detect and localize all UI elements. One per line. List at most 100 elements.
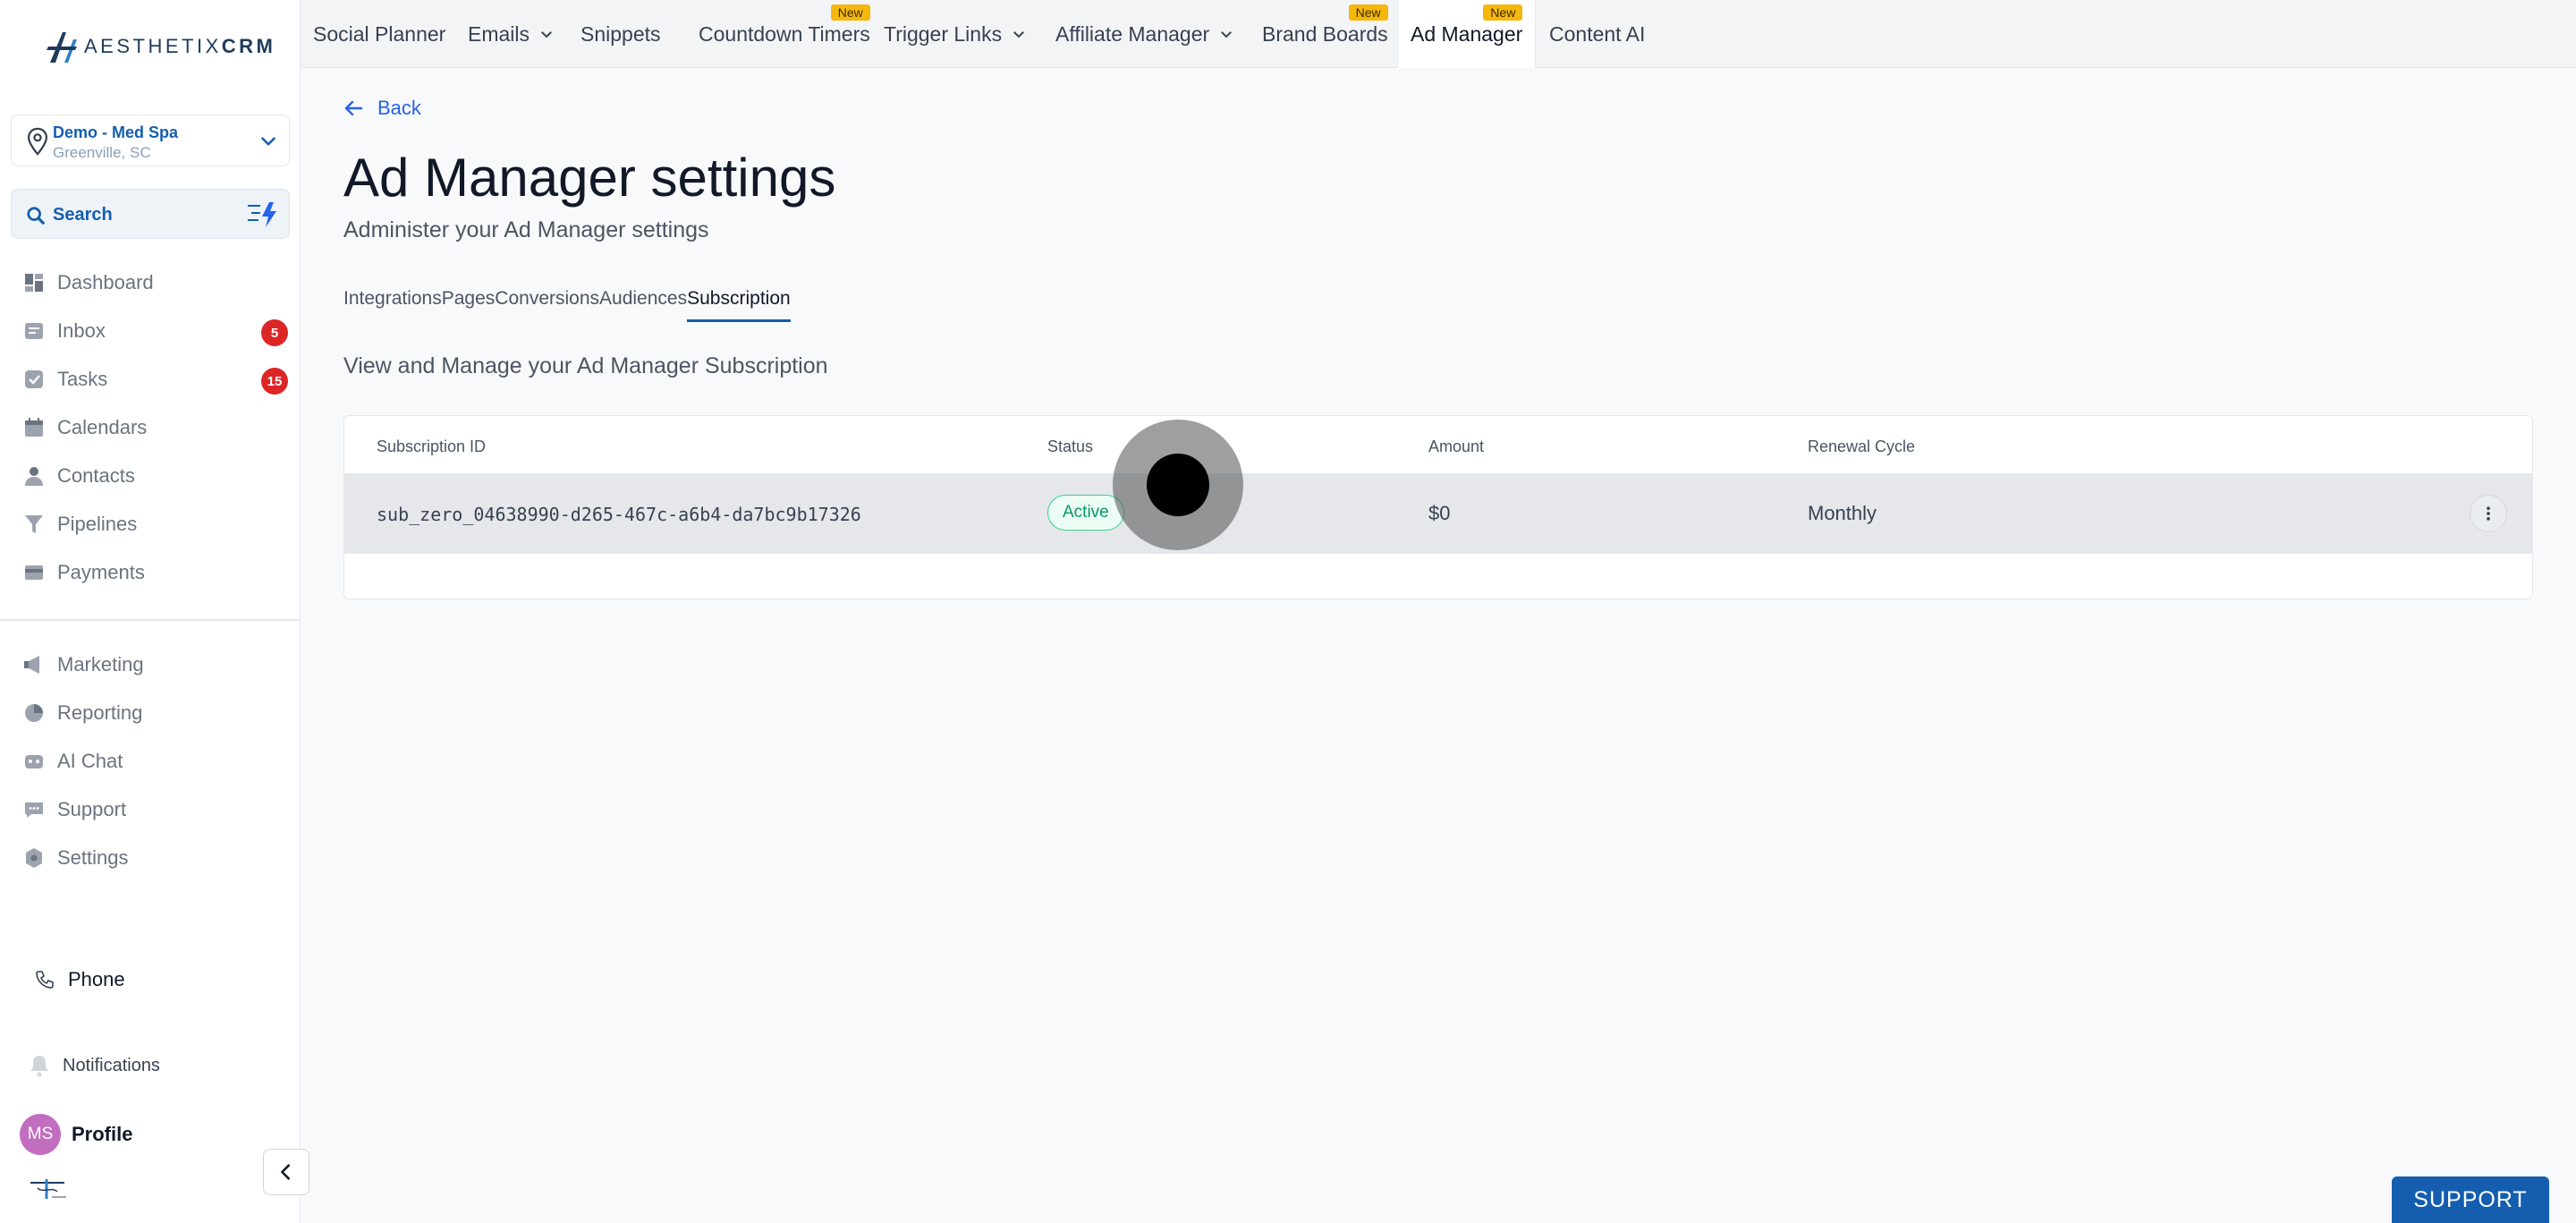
sidebar-item-support[interactable]: Support <box>23 792 288 828</box>
mini-logo-icon <box>30 1179 66 1199</box>
topnav-emails[interactable]: Emails <box>455 0 567 68</box>
new-tag: New <box>1348 4 1388 21</box>
topnav-label: Countdown Timers <box>699 21 870 46</box>
sidebar-item-calendars[interactable]: Calendars <box>23 410 288 446</box>
bell-icon <box>30 1056 48 1077</box>
sidebar-item-contacts[interactable]: Contacts <box>23 458 288 494</box>
column-header-subscription-id: Subscription ID <box>377 437 487 455</box>
gear-icon <box>26 848 42 868</box>
sidebar-item-tasks[interactable]: Tasks 15 <box>23 361 288 397</box>
tab-conversions[interactable]: Conversions <box>495 288 599 318</box>
sidebar-item-reporting[interactable]: Reporting <box>23 695 288 731</box>
topnav-content-ai[interactable]: Content AI <box>1537 0 1657 68</box>
sidebar-item-label: Marketing <box>57 653 144 675</box>
logo-text-accent: CRM <box>221 35 276 57</box>
sidebar-item-label: Contacts <box>57 464 135 487</box>
sidebar-item-label: Support <box>57 798 127 820</box>
column-header-status: Status <box>1047 437 1094 455</box>
profile-button[interactable]: MS Profile <box>20 1114 132 1155</box>
avatar: MS <box>20 1114 61 1155</box>
topnav-label: Emails <box>468 21 530 46</box>
arrow-left-icon <box>344 100 363 116</box>
chat-bubble-icon <box>25 803 43 818</box>
robot-icon <box>25 755 43 769</box>
renewal-cycle-cell: Monthly <box>1808 502 1877 524</box>
page-subtitle: Administer your Ad Manager settings <box>343 217 709 242</box>
sidebar-item-label: Payments <box>57 561 145 583</box>
chevron-down-icon <box>1221 31 1233 38</box>
tab-subscription[interactable]: Subscription <box>687 288 791 322</box>
sidebar-item-pipelines[interactable]: Pipelines <box>23 506 288 542</box>
tasks-count-badge: 15 <box>261 368 288 395</box>
topnav-countdown-timers[interactable]: Countdown Timers New <box>686 0 883 68</box>
sidebar-item-label: Calendars <box>57 416 148 438</box>
megaphone-icon <box>24 656 39 674</box>
new-tag: New <box>830 4 870 21</box>
back-label: Back <box>377 97 421 119</box>
topnav-affiliate-manager[interactable]: Affiliate Manager <box>1043 0 1247 68</box>
topnav-snippets[interactable]: Snippets <box>568 0 674 68</box>
brand-logo[interactable]: AESTHETIXCRM <box>47 27 275 66</box>
tab-integrations[interactable]: Integrations <box>343 288 442 318</box>
section-title: View and Manage your Ad Manager Subscrip… <box>343 353 828 378</box>
sidebar-item-ai-chat[interactable]: AI Chat <box>23 743 288 779</box>
dashboard-icon <box>25 274 43 292</box>
collapse-sidebar-button[interactable] <box>263 1149 309 1195</box>
settings-tabs: Integrations Pages Conversions Audiences… <box>343 288 791 322</box>
lightning-icon[interactable] <box>246 200 278 229</box>
topnav-label: Content AI <box>1549 21 1646 46</box>
table-row[interactable]: sub_zero_04638990-d265-467c-a6b4-da7bc9b… <box>344 473 2532 554</box>
phone-label: Phone <box>68 968 125 990</box>
notifications-label: Notifications <box>63 1055 160 1075</box>
topnav-social-planner[interactable]: Social Planner <box>301 0 458 68</box>
sidebar-item-inbox[interactable]: Inbox 5 <box>23 313 288 349</box>
sidebar: AESTHETIXCRM Demo - Med Spa Greenville, … <box>0 0 301 1223</box>
phone-button[interactable]: Phone <box>34 968 125 991</box>
sidebar-item-marketing[interactable]: Marketing <box>23 647 288 683</box>
cursor-dot <box>1147 454 1209 516</box>
sidebar-item-label: Reporting <box>57 701 143 724</box>
chevron-down-icon <box>261 137 275 146</box>
search-label: Search <box>53 205 113 225</box>
sidebar-item-dashboard[interactable]: Dashboard <box>23 265 288 301</box>
topnav-brand-boards[interactable]: Brand Boards New <box>1250 0 1401 68</box>
notifications-button[interactable]: Notifications <box>29 1054 160 1077</box>
subscription-id-cell: sub_zero_04638990-d265-467c-a6b4-da7bc9b… <box>377 504 861 525</box>
page-title: Ad Manager settings <box>343 148 836 208</box>
map-pin-icon <box>27 127 48 156</box>
pie-chart-icon <box>25 704 43 722</box>
topnav-label: Brand Boards <box>1262 21 1388 46</box>
topnav-ad-manager[interactable]: Ad Manager New <box>1397 0 1537 68</box>
inbox-count-badge: 5 <box>261 319 288 346</box>
topnav-label: Trigger Links <box>884 21 1003 46</box>
location-city: Greenville, SC <box>53 144 151 161</box>
chevron-left-icon <box>281 1164 291 1180</box>
sidebar-item-label: Tasks <box>57 368 108 390</box>
search-button[interactable]: Search <box>11 189 290 239</box>
row-actions-button[interactable] <box>2470 495 2507 532</box>
back-link[interactable]: Back <box>343 97 421 120</box>
support-button[interactable]: SUPPORT <box>2392 1176 2549 1223</box>
sidebar-item-label: Settings <box>57 846 129 869</box>
location-name: Demo - Med Spa <box>53 123 179 141</box>
tab-pages[interactable]: Pages <box>442 288 496 318</box>
new-tag: New <box>1483 4 1523 21</box>
profile-label: Profile <box>72 1123 133 1145</box>
sidebar-divider <box>0 619 301 621</box>
contacts-icon <box>25 467 43 486</box>
search-icon <box>27 207 45 225</box>
calendar-icon <box>25 418 43 437</box>
sidebar-item-label: Inbox <box>57 319 106 342</box>
tasks-icon <box>25 370 43 388</box>
logo-icon <box>47 32 77 63</box>
topnav-label: Social Planner <box>313 21 446 46</box>
tab-audiences[interactable]: Audiences <box>599 288 687 318</box>
chevron-down-icon <box>1013 31 1025 38</box>
sidebar-item-settings[interactable]: Settings <box>23 840 288 876</box>
phone-icon <box>36 971 54 989</box>
topnav-trigger-links[interactable]: Trigger Links <box>871 0 1039 68</box>
sidebar-item-payments[interactable]: Payments <box>23 555 288 590</box>
topnav-label: Snippets <box>580 21 661 46</box>
location-switcher[interactable]: Demo - Med Spa Greenville, SC <box>11 115 290 166</box>
top-navigation: Social Planner Emails Snippets Countdown… <box>301 0 2576 68</box>
